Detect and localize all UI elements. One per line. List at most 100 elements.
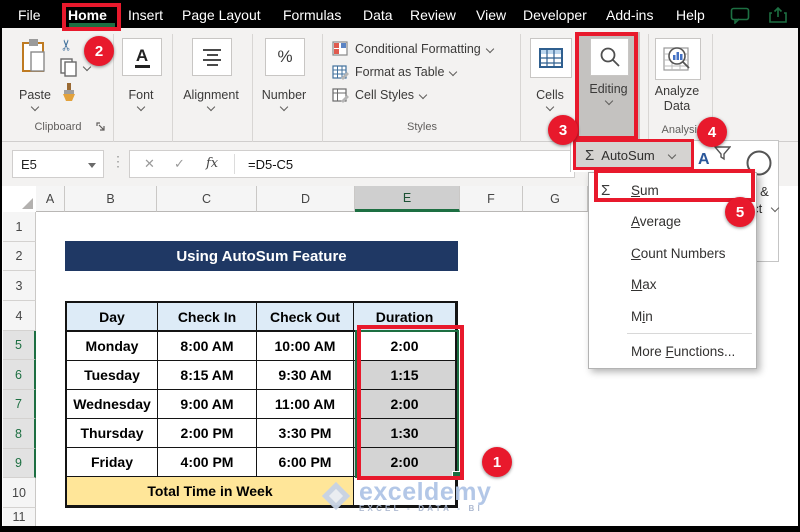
alignment-button[interactable] xyxy=(192,38,232,76)
cell-day-tuesday[interactable]: Tuesday xyxy=(67,361,158,390)
col-header-d[interactable]: D xyxy=(257,186,355,212)
tab-data[interactable]: Data xyxy=(363,7,393,23)
tab-add-ins[interactable]: Add-ins xyxy=(606,7,653,23)
tab-file[interactable]: File xyxy=(18,7,41,23)
cut-icon[interactable]: ✂ xyxy=(57,39,75,52)
cell-checkin-tuesday[interactable]: 8:15 AM xyxy=(158,361,257,390)
cell-checkout-tuesday[interactable]: 9:30 AM xyxy=(257,361,354,390)
tab-review[interactable]: Review xyxy=(410,7,456,23)
menu-item-count-numbers[interactable]: Count Numbers xyxy=(589,238,756,268)
row-header-8-selected[interactable]: 8 xyxy=(3,419,36,449)
formula-text[interactable]: =D5-C5 xyxy=(248,157,293,172)
paste-button[interactable]: Paste xyxy=(12,88,58,102)
cell-checkin-wednesday[interactable]: 9:00 AM xyxy=(158,390,257,419)
cells-button[interactable] xyxy=(530,38,572,78)
conditional-formatting-icon xyxy=(332,41,348,56)
cell-checkout-thursday[interactable]: 3:30 PM xyxy=(257,419,354,448)
watermark-tagline: EXCEL - DATA - BI xyxy=(359,504,483,513)
editing-button[interactable]: Editing xyxy=(577,32,640,140)
col-header-a[interactable]: A xyxy=(36,186,65,212)
clipboard-dialog-launcher[interactable] xyxy=(95,121,106,132)
row-header-2[interactable]: 2 xyxy=(3,242,36,271)
tab-developer[interactable]: Developer xyxy=(523,7,587,23)
cell-day-monday[interactable]: Monday xyxy=(67,332,158,361)
cell-checkin-thursday[interactable]: 2:00 PM xyxy=(158,419,257,448)
col-header-e-selected[interactable]: E xyxy=(355,186,460,212)
table-header-check-out[interactable]: Check Out xyxy=(257,303,354,332)
cell-checkin-friday[interactable]: 4:00 PM xyxy=(158,448,257,477)
name-box-dropdown-icon[interactable] xyxy=(88,163,96,168)
sort-filter-a-glyph: A xyxy=(698,151,710,168)
tab-home[interactable]: Home xyxy=(68,7,107,23)
cells-dropdown-chevron[interactable] xyxy=(545,102,555,112)
table-header-duration[interactable]: Duration xyxy=(354,303,456,332)
analyze-data-button[interactable] xyxy=(655,38,701,80)
tab-page-layout[interactable]: Page Layout xyxy=(182,7,261,23)
format-painter-icon[interactable] xyxy=(58,82,78,102)
col-header-g[interactable]: G xyxy=(523,186,588,212)
tab-help[interactable]: Help xyxy=(676,7,705,23)
tab-formulas[interactable]: Formulas xyxy=(283,7,341,23)
formula-input-bar[interactable]: ✕ ✓ fx =D5-C5 xyxy=(129,150,575,178)
number-dropdown-chevron[interactable] xyxy=(279,102,289,112)
editing-dropdown-chevron xyxy=(604,96,614,106)
conditional-formatting-button[interactable]: Conditional Formatting xyxy=(332,41,495,57)
editing-label: Editing xyxy=(589,82,628,96)
name-box[interactable]: E5 xyxy=(12,150,104,178)
copy-icon[interactable] xyxy=(60,58,78,77)
share-icon[interactable] xyxy=(768,7,790,24)
row-header-6-selected[interactable]: 6 xyxy=(3,360,36,390)
row-header-3[interactable]: 3 xyxy=(3,271,36,301)
comment-icon[interactable] xyxy=(730,7,750,24)
alignment-dropdown-chevron[interactable] xyxy=(206,102,216,112)
paste-icon[interactable] xyxy=(20,38,48,76)
step-badge-5: 5 xyxy=(725,197,755,227)
cell-checkout-monday[interactable]: 10:00 AM xyxy=(257,332,354,361)
cancel-icon[interactable]: ✕ xyxy=(144,156,155,172)
home-tab-underline xyxy=(69,23,115,27)
menu-item-more-functions[interactable]: More Functions... xyxy=(589,336,756,366)
cell-day-wednesday[interactable]: Wednesday xyxy=(67,390,158,419)
cell-styles-button[interactable]: Cell Styles xyxy=(332,87,428,103)
select-all-corner[interactable] xyxy=(22,198,33,209)
row-header-10[interactable]: 10 xyxy=(3,478,36,508)
table-header-day[interactable]: Day xyxy=(67,303,158,332)
ribbon: Paste ✂ Clipboard A Font Alignment % Num… xyxy=(2,28,798,162)
font-dropdown-chevron[interactable] xyxy=(136,102,146,112)
row-header-5-selected[interactable]: 5 xyxy=(3,331,36,360)
cell-checkout-wednesday[interactable]: 11:00 AM xyxy=(257,390,354,419)
analyze-data-icon xyxy=(663,47,690,71)
cell-day-thursday[interactable]: Thursday xyxy=(67,419,158,448)
font-button[interactable]: A xyxy=(122,38,162,76)
number-group-button-label: Number xyxy=(261,88,307,102)
cell-checkin-monday[interactable]: 8:00 AM xyxy=(158,332,257,361)
col-header-b[interactable]: B xyxy=(65,186,157,212)
fill-handle[interactable] xyxy=(452,471,461,480)
formula-bar-grip-dots: ⋮ xyxy=(111,153,125,169)
autosum-button[interactable]: Σ AutoSum xyxy=(576,142,692,168)
row-header-4[interactable]: 4 xyxy=(3,301,36,331)
tab-insert[interactable]: Insert xyxy=(128,7,163,23)
number-button[interactable]: % xyxy=(265,38,305,76)
menu-item-min[interactable]: Min xyxy=(589,301,756,331)
paste-dropdown-chevron[interactable] xyxy=(30,102,40,112)
enter-icon[interactable]: ✓ xyxy=(174,156,185,172)
col-header-f[interactable]: F xyxy=(460,186,523,212)
cell-checkout-friday[interactable]: 6:00 PM xyxy=(257,448,354,477)
row-header-1[interactable]: 1 xyxy=(3,212,36,242)
col-header-c[interactable]: C xyxy=(157,186,257,212)
menu-item-max[interactable]: Max xyxy=(589,269,756,299)
copy-dropdown-chevron[interactable] xyxy=(82,62,92,72)
tab-view[interactable]: View xyxy=(476,7,506,23)
row-header-11[interactable]: 11 xyxy=(3,508,36,526)
cell-day-friday[interactable]: Friday xyxy=(67,448,158,477)
row-header-7-selected[interactable]: 7 xyxy=(3,390,36,419)
sort-filter-button[interactable]: A xyxy=(698,146,732,169)
row-header-9-selected[interactable]: 9 xyxy=(3,449,36,478)
insert-function-icon[interactable]: fx xyxy=(206,156,218,171)
table-header-check-in[interactable]: Check In xyxy=(158,303,257,332)
total-time-row[interactable]: Total Time in Week xyxy=(67,477,354,506)
step-badge-2: 2 xyxy=(84,36,114,66)
worksheet-title-banner: Using AutoSum Feature xyxy=(65,241,458,271)
format-as-table-button[interactable]: Format as Table xyxy=(332,64,458,80)
